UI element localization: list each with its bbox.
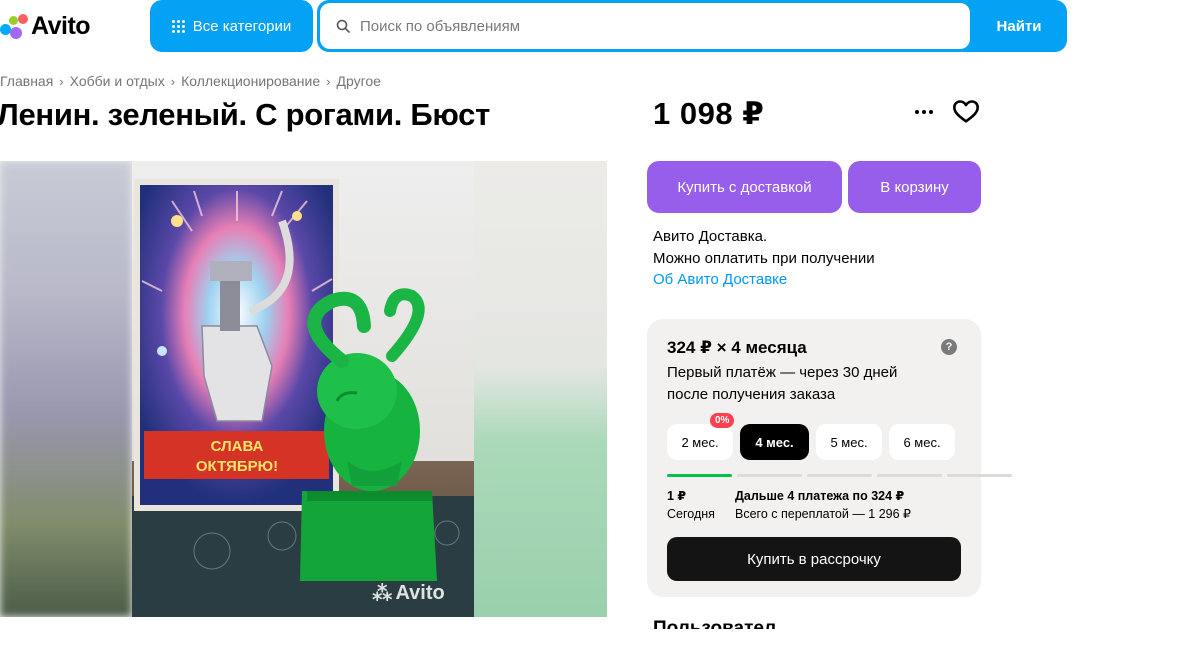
chevron-right-icon: › bbox=[59, 73, 64, 89]
term-option-5[interactable]: 5 мес. bbox=[816, 424, 882, 460]
term-label: 2 мес. bbox=[681, 434, 719, 450]
chevron-right-icon: › bbox=[326, 73, 331, 89]
logo-text: Avito bbox=[31, 11, 91, 40]
search-box[interactable] bbox=[320, 3, 970, 49]
main-photo[interactable]: СЛАВА ОКТЯБРЮ! ⁂ Avito bbox=[132, 161, 474, 617]
breadcrumb-item-home[interactable]: Главная bbox=[0, 73, 53, 89]
find-button[interactable]: Найти bbox=[971, 0, 1067, 52]
delivery-info: Авито Доставка. Можно оплатить при получ… bbox=[653, 226, 875, 291]
breadcrumb-item-other[interactable]: Другое bbox=[336, 73, 380, 89]
first-payment-when: Сегодня bbox=[667, 507, 715, 521]
term-option-6[interactable]: 6 мес. bbox=[889, 424, 955, 460]
favorite-heart-icon[interactable] bbox=[952, 98, 980, 126]
chevron-right-icon: › bbox=[170, 73, 176, 89]
breadcrumb-item-collecting[interactable]: Коллекционирование bbox=[181, 73, 320, 89]
grid-icon bbox=[171, 19, 185, 33]
term-option-2[interactable]: 2 мес. 0% bbox=[667, 413, 735, 460]
installment-subtitle: Первый платёж — через 30 дней после полу… bbox=[667, 364, 898, 403]
breadcrumb: Главная › Хобби и отдых › Коллекциониров… bbox=[0, 73, 381, 89]
breadcrumb-item-hobby[interactable]: Хобби и отдых bbox=[70, 73, 165, 89]
delivery-line2: Можно оплатить при получении bbox=[653, 249, 875, 267]
zero-percent-badge: 0% bbox=[710, 413, 735, 428]
delivery-line1: Авито Доставка. bbox=[653, 228, 768, 245]
next-payments: Дальше 4 платежа по 324 ₽ Всего с перепл… bbox=[735, 487, 911, 523]
watermark-text: Avito bbox=[395, 582, 445, 604]
add-to-cart-button[interactable]: В корзину bbox=[848, 161, 981, 213]
gallery-blur-left bbox=[0, 161, 132, 617]
search-input[interactable] bbox=[360, 17, 920, 35]
avito-logo[interactable]: Avito bbox=[0, 10, 91, 42]
help-icon[interactable]: ? bbox=[941, 339, 957, 355]
next-payments-text: Дальше 4 платежа по 324 ₽ bbox=[735, 489, 905, 503]
term-option-4[interactable]: 4 мес. bbox=[740, 424, 809, 460]
installment-card: 324 ₽ × 4 месяца ? Первый платёж — через… bbox=[647, 319, 1012, 597]
gallery-blur-right bbox=[474, 161, 607, 617]
watermark-dots-icon: ⁂ bbox=[372, 583, 393, 605]
postcard-text-line2: ОКТЯБРЮ! bbox=[196, 458, 278, 475]
postcard-text-line1: СЛАВА bbox=[211, 438, 264, 455]
installment-title: 324 ₽ × 4 месяца bbox=[667, 338, 807, 357]
listing-title: Ленин. зеленый. С рогами. Бюст bbox=[0, 97, 490, 132]
all-categories-label: Все категории bbox=[192, 17, 292, 35]
photo-gallery[interactable]: СЛАВА ОКТЯБРЮ! ⁂ Avito bbox=[0, 161, 607, 617]
price: 1 098 ₽ bbox=[653, 96, 765, 131]
total-overpay-text: Всего с переплатой — 1 296 ₽ bbox=[735, 507, 912, 521]
photo-watermark: ⁂ Avito bbox=[372, 581, 445, 606]
first-payment: 1 ₽ Сегодня bbox=[667, 487, 715, 523]
logo-dots-icon bbox=[0, 12, 28, 40]
photo-illustration: СЛАВА ОКТЯБРЮ! bbox=[134, 179, 460, 581]
search-icon bbox=[336, 19, 350, 33]
more-options-icon[interactable] bbox=[911, 100, 937, 124]
about-delivery-link[interactable]: Об Авито Доставке bbox=[653, 269, 875, 291]
all-categories-button[interactable]: Все категории bbox=[150, 0, 313, 52]
payment-progress bbox=[667, 474, 1012, 477]
buy-with-delivery-button[interactable]: Купить с доставкой bbox=[647, 161, 842, 213]
seller-heading: Пользовател bbox=[653, 618, 777, 629]
first-payment-amount: 1 ₽ bbox=[667, 489, 687, 503]
buy-installment-button[interactable]: Купить в рассрочку bbox=[667, 537, 961, 581]
term-selector: 2 мес. 0% 4 мес. 5 мес. 6 мес. bbox=[667, 413, 955, 460]
search-bar: Найти bbox=[317, 0, 1067, 52]
